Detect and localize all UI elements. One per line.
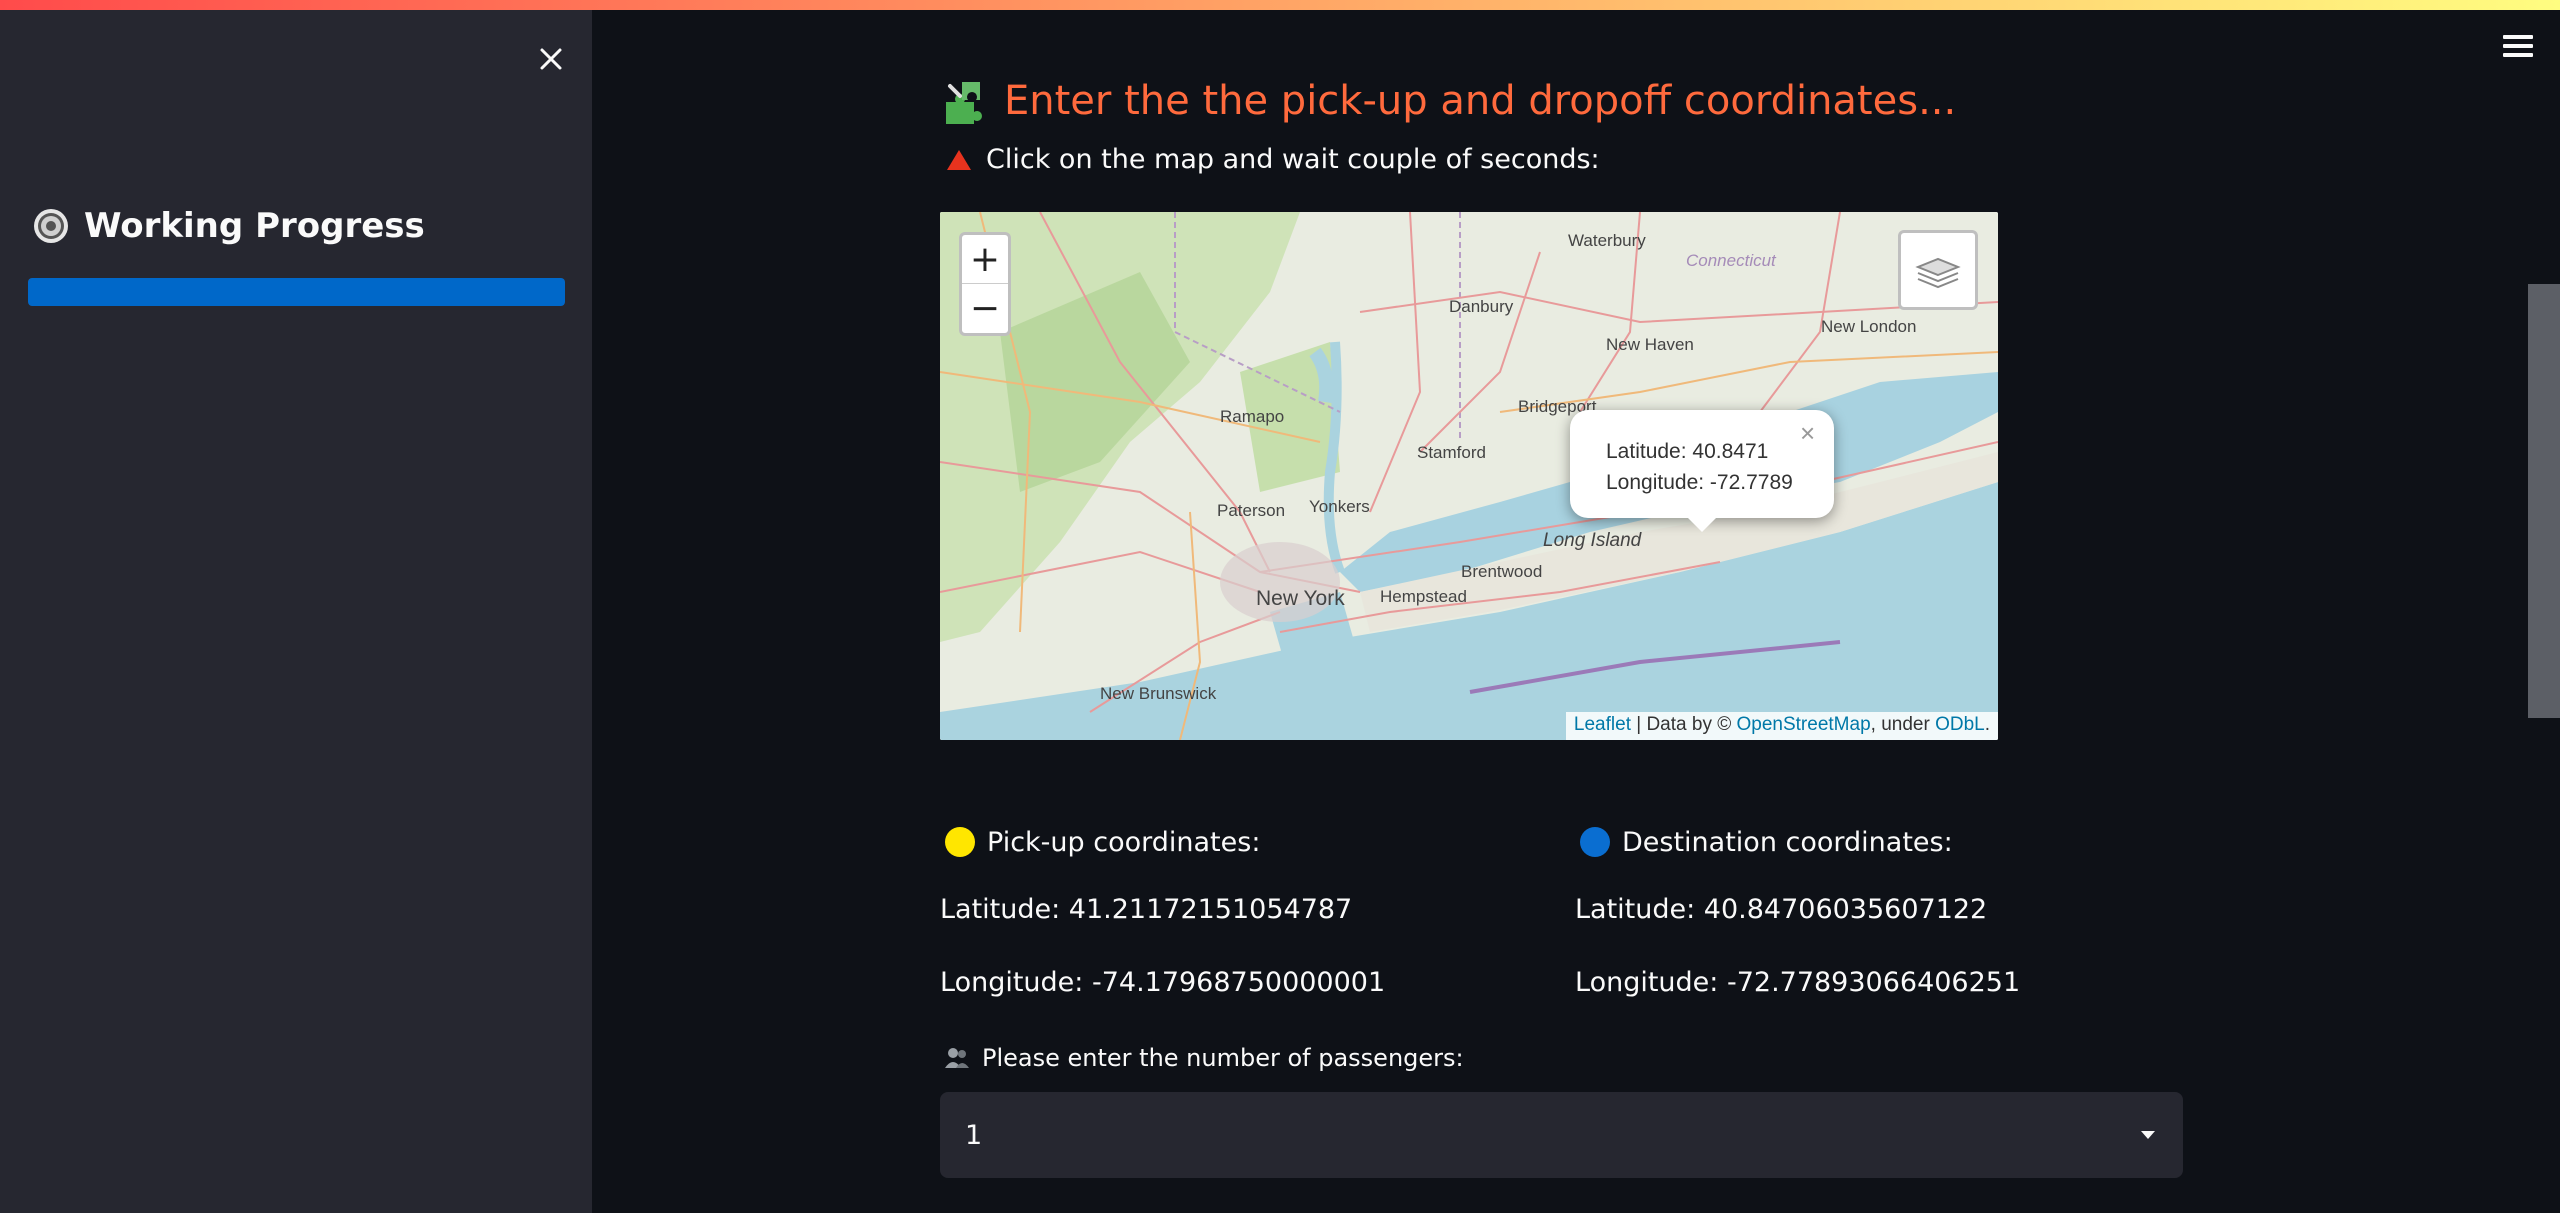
destination-latitude: Latitude: 40.84706035607122: [1575, 894, 1988, 925]
red-triangle-icon: [947, 149, 971, 170]
map-label: Waterbury: [1568, 231, 1646, 250]
passengers-select[interactable]: 1: [940, 1092, 2183, 1178]
pickup-latitude: Latitude: 41.21172151054787: [940, 894, 1353, 925]
sidebar: Working Progress: [0, 10, 592, 1213]
sidebar-title: Working Progress: [84, 206, 425, 246]
pickup-heading-text: Pick-up coordinates:: [987, 826, 1261, 858]
map-attribution: Leaflet | Data by © OpenStreetMap, under…: [1565, 712, 1998, 740]
scrollbar[interactable]: [2528, 284, 2560, 718]
attribution-text: , under: [1870, 714, 1936, 735]
map-label: Hempstead: [1380, 587, 1467, 606]
destination-heading-text: Destination coordinates:: [1622, 826, 1953, 858]
close-icon[interactable]: [530, 38, 572, 80]
map-label: New London: [1821, 317, 1916, 336]
pickup-heading: Pick-up coordinates:: [940, 822, 1560, 862]
destination-heading: Destination coordinates:: [1575, 822, 2195, 862]
pickup-longitude: Longitude: -74.17968750000001: [940, 967, 1386, 998]
map-label: Danbury: [1449, 297, 1514, 316]
people-icon: [945, 1048, 969, 1068]
map[interactable]: Waterbury Connecticut Danbury New Haven …: [940, 212, 1998, 740]
map-label: Paterson: [1217, 501, 1285, 520]
puzzle-piece-icon: [946, 82, 982, 124]
attribution-text: .: [1984, 714, 1990, 735]
destination-coordinates: Destination coordinates: Latitude: 40.84…: [1575, 822, 2195, 999]
layers-control[interactable]: [1898, 230, 1978, 310]
map-label: New York: [1256, 587, 1345, 610]
popup-longitude: Longitude: -72.7789: [1606, 471, 1793, 494]
map-label: New Haven: [1606, 335, 1694, 354]
osm-link[interactable]: OpenStreetMap: [1737, 714, 1871, 735]
destination-longitude: Longitude: -72.77893066406251: [1575, 967, 2021, 998]
blue-circle-icon: [1580, 827, 1610, 857]
page-title-text: Enter the the pick-up and dropoff coordi…: [1004, 78, 1957, 124]
pickup-coordinates: Pick-up coordinates: Latitude: 41.211721…: [940, 822, 1560, 999]
zoom-out-button[interactable]: −: [962, 284, 1008, 333]
layers-icon: [1915, 257, 1961, 289]
popup-tip: [1684, 514, 1720, 532]
map-hint: Click on the map and wait couple of seco…: [946, 144, 1600, 175]
odbl-link[interactable]: ODbL: [1935, 714, 1985, 735]
map-label: Yonkers: [1309, 497, 1370, 516]
hamburger-menu-icon[interactable]: [2500, 30, 2536, 66]
header-decoration: [0, 0, 2560, 10]
sidebar-heading: Working Progress: [32, 206, 425, 246]
passengers-label-text: Please enter the number of passengers:: [982, 1044, 1464, 1072]
progress-bar: [28, 278, 565, 306]
popup-close-button[interactable]: ×: [1800, 418, 1815, 449]
map-label: New Brunswick: [1100, 684, 1217, 703]
map-hint-text: Click on the map and wait couple of seco…: [986, 144, 1600, 175]
progress-bar-fill: [28, 278, 565, 306]
page-title: Enter the the pick-up and dropoff coordi…: [940, 78, 1956, 124]
map-label: Brentwood: [1461, 562, 1542, 581]
chevron-down-icon[interactable]: [2141, 1131, 2155, 1139]
zoom-control: + −: [959, 232, 1011, 336]
map-popup: Latitude: 40.8471 Longitude: -72.7789: [1570, 410, 1834, 518]
map-tiles[interactable]: Waterbury Connecticut Danbury New Haven …: [940, 212, 1998, 740]
gear-icon: [34, 209, 68, 243]
map-label: Long Island: [1543, 530, 1643, 551]
map-label: Ramapo: [1220, 407, 1284, 426]
passengers-label: Please enter the number of passengers:: [944, 1044, 1464, 1072]
attribution-text: | Data by ©: [1630, 714, 1737, 735]
leaflet-link[interactable]: Leaflet: [1574, 714, 1631, 735]
zoom-in-button[interactable]: +: [962, 235, 1008, 284]
map-label: Connecticut: [1686, 251, 1777, 270]
map-label: Stamford: [1417, 443, 1486, 462]
passengers-select-value: 1: [965, 1119, 983, 1151]
yellow-circle-icon: [945, 827, 975, 857]
